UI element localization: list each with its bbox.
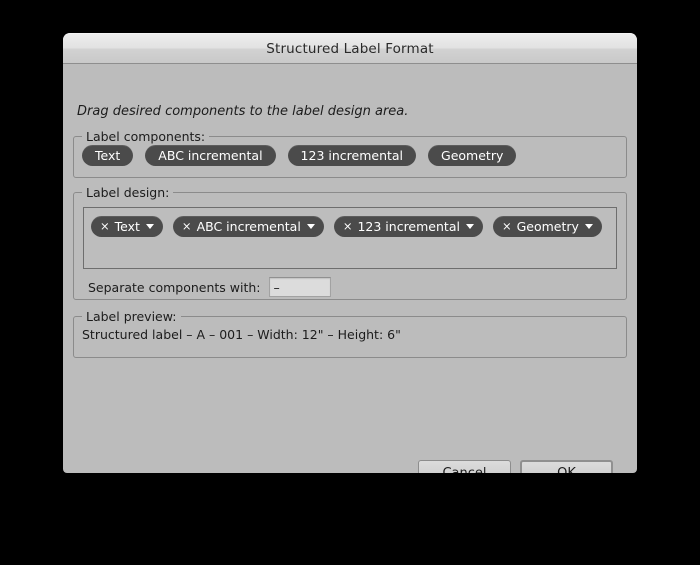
dialog-titlebar[interactable]: Structured Label Format (63, 33, 637, 64)
component-pill-123-incremental[interactable]: 123 incremental (287, 145, 417, 166)
label-components-group: Label components: Text ABC incremental 1… (73, 129, 627, 178)
separator-input[interactable] (268, 277, 331, 297)
chevron-down-icon[interactable] (465, 224, 474, 229)
component-pill-text[interactable]: Text (82, 145, 134, 166)
remove-icon[interactable]: × (100, 220, 110, 233)
chevron-down-icon[interactable] (145, 224, 154, 229)
structured-label-format-dialog: Structured Label Format Drag desired com… (63, 33, 637, 473)
dialog-content: Drag desired components to the label des… (63, 64, 637, 473)
component-pill-abc-incremental[interactable]: ABC incremental (145, 145, 276, 166)
design-pill-label: 123 incremental (357, 219, 460, 234)
component-palette: Text ABC incremental 123 incremental Geo… (82, 145, 517, 166)
component-pill-geometry[interactable]: Geometry (428, 145, 517, 166)
remove-icon[interactable]: × (343, 220, 353, 233)
ok-button[interactable]: OK (520, 460, 613, 473)
instruction-text: Drag desired components to the label des… (77, 104, 409, 119)
design-pill-geometry[interactable]: × Geometry (492, 216, 602, 237)
label-design-group: Label design: × Text × ABC incremental ×… (73, 185, 627, 300)
separator-label: Separate components with: (88, 279, 261, 295)
dialog-title: Structured Label Format (266, 40, 434, 57)
remove-icon[interactable]: × (182, 220, 192, 233)
label-design-drop-area[interactable]: × Text × ABC incremental × 123 increment… (83, 207, 617, 269)
design-pill-text[interactable]: × Text (91, 216, 163, 237)
label-preview-group: Label preview: Structured label – A – 00… (73, 309, 627, 358)
label-preview-text: Structured label – A – 001 – Width: 12" … (82, 327, 401, 342)
design-pill-list: × Text × ABC incremental × 123 increment… (91, 216, 602, 237)
design-pill-abc-incremental[interactable]: × ABC incremental (172, 216, 324, 237)
cancel-button[interactable]: Cancel (418, 460, 511, 473)
separator-row: Separate components with: (88, 277, 331, 297)
design-pill-label: Geometry (516, 219, 579, 234)
label-preview-legend: Label preview: (82, 309, 181, 324)
chevron-down-icon[interactable] (306, 224, 315, 229)
remove-icon[interactable]: × (502, 220, 512, 233)
design-pill-123-incremental[interactable]: × 123 incremental (333, 216, 483, 237)
design-pill-label: Text (114, 219, 140, 234)
chevron-down-icon[interactable] (584, 224, 593, 229)
design-pill-label: ABC incremental (196, 219, 301, 234)
label-components-legend: Label components: (82, 129, 210, 144)
label-design-legend: Label design: (82, 185, 174, 200)
